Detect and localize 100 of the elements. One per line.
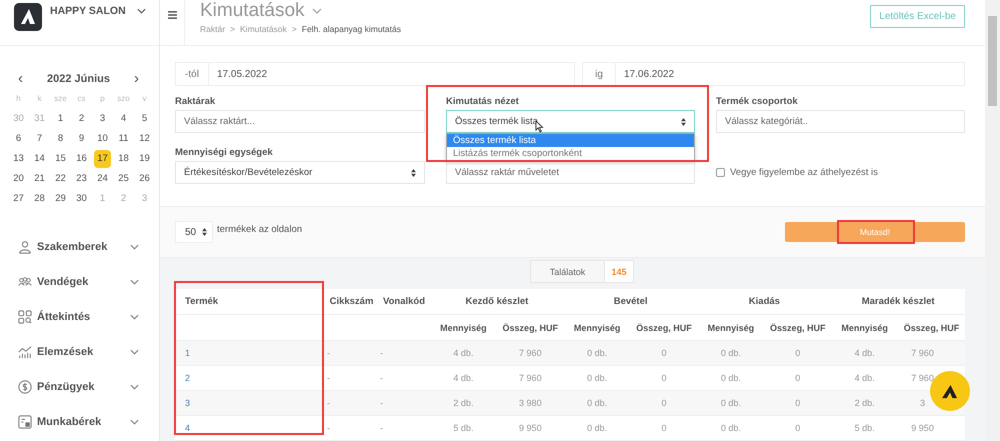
table-cell: 7 960 — [496, 340, 564, 366]
menu-icon[interactable] — [168, 11, 176, 19]
table-cell: 0 db. — [698, 416, 764, 440]
chevron-down-icon[interactable] — [130, 279, 139, 285]
table-cell: - — [378, 340, 430, 366]
page-size-select[interactable]: 50 — [175, 221, 213, 243]
chevron-down-icon[interactable] — [312, 8, 322, 14]
table-cell: - — [378, 416, 430, 440]
column-header: Bevétel — [564, 289, 698, 314]
calendar-day[interactable]: 18 — [115, 150, 132, 168]
table-cell: 0 db. — [698, 340, 764, 366]
table-cell: 0 db. — [564, 390, 631, 416]
table-cell: 0 — [764, 340, 832, 366]
nav-item[interactable]: Pénzügyek — [37, 380, 94, 392]
column-header: Kezdő készlet — [430, 289, 564, 314]
date-to-field[interactable]: ig 17.06.2022 — [582, 62, 965, 86]
results-count: 145 — [605, 261, 633, 282]
calendar-day[interactable]: 3 — [94, 110, 111, 128]
dropdown-option[interactable]: Összes termék lista — [447, 134, 694, 147]
calendar-day[interactable]: 28 — [31, 190, 48, 208]
previous-month-button[interactable]: ‹ — [18, 71, 23, 87]
calendar-day[interactable]: 13 — [10, 150, 27, 168]
calendar-day[interactable]: 16 — [73, 150, 90, 168]
table-cell: - — [378, 390, 430, 416]
calendar-day[interactable]: 22 — [52, 170, 69, 188]
nav-item[interactable]: Áttekintés — [37, 310, 90, 322]
checkbox-label: Vegye figyelembe az áthelyezést is — [730, 167, 878, 178]
calendar-day[interactable]: 10 — [94, 130, 111, 148]
calendar-day[interactable]: 23 — [73, 170, 90, 188]
nav-item[interactable]: Szakemberek — [37, 240, 108, 252]
table-cell: 0 db. — [564, 416, 631, 440]
column-header: Vonalkód — [378, 289, 430, 314]
calendar-day[interactable]: 8 — [52, 130, 69, 148]
column-header: Termék — [175, 289, 325, 314]
input-field[interactable]: Válassz kategóriát.. — [716, 110, 965, 133]
breadcrumb-item: Felh. alapanyag kimutatás — [302, 24, 401, 34]
checkbox[interactable] — [716, 168, 725, 177]
chevron-down-icon[interactable] — [130, 419, 139, 425]
page-title: Kimutatások — [200, 0, 305, 21]
next-month-button[interactable]: › — [134, 71, 139, 87]
chevron-down-icon[interactable] — [130, 384, 139, 390]
field-label: Raktárak — [175, 96, 216, 109]
calendar-day[interactable]: 11 — [115, 130, 132, 148]
product-link[interactable]: 3 — [175, 390, 325, 416]
calendar-day[interactable]: 20 — [10, 170, 27, 188]
calendar-day[interactable]: 5 — [136, 110, 153, 128]
sort-arrows-icon — [202, 228, 207, 236]
person-icon — [18, 240, 32, 254]
calendar-day[interactable]: 30 — [73, 190, 90, 208]
table-cell: - — [325, 340, 378, 366]
sort-arrows-icon — [411, 168, 416, 176]
calendar-day[interactable]: 12 — [136, 130, 153, 148]
date-from-field[interactable]: -tól 17.05.2022 — [175, 62, 575, 86]
table-cell: 0 — [764, 416, 832, 440]
input-field[interactable]: Válassz raktár műveletet — [446, 161, 695, 184]
weekday-label: v — [142, 93, 148, 105]
column-header: Cikkszám — [325, 289, 378, 314]
chevron-down-icon[interactable] — [137, 8, 146, 14]
sort-arrows-icon — [681, 118, 686, 126]
calendar-day[interactable]: 7 — [31, 130, 48, 148]
table-cell: 2 db. — [430, 390, 497, 416]
product-link[interactable]: 4 — [175, 416, 325, 440]
calendar-day[interactable]: 25 — [115, 170, 132, 188]
table-cell: 5 db. — [831, 416, 898, 440]
calendar-day[interactable]: 9 — [73, 130, 90, 148]
select-field[interactable]: Értékesítéskor/Bevételezéskor — [175, 161, 425, 184]
calendar-day[interactable]: 19 — [136, 150, 153, 168]
calendar-day[interactable]: 29 — [52, 190, 69, 208]
calendar-day[interactable]: 21 — [31, 170, 48, 188]
input-field[interactable]: Válassz raktárt... — [175, 110, 425, 133]
nav-item[interactable]: Munkabérek — [37, 416, 102, 428]
calendar-day[interactable]: 15 — [52, 150, 69, 168]
field-label: Mennyiségi egységek — [175, 147, 274, 160]
calendar-day[interactable]: 24 — [94, 170, 111, 188]
chevron-down-icon[interactable] — [130, 314, 139, 320]
calendar-day[interactable]: 26 — [136, 170, 153, 188]
weekday-label: sze — [53, 93, 68, 105]
calendar-day[interactable]: 2 — [73, 110, 90, 128]
table-cell: 0 — [630, 390, 698, 416]
calendar-day[interactable]: 6 — [10, 130, 27, 148]
calendar-day[interactable]: 1 — [52, 110, 69, 128]
dropdown-option[interactable]: Listázás termék csoportonként — [447, 147, 694, 160]
logo-icon — [940, 384, 960, 398]
field-label: Kimutatás nézet — [446, 96, 520, 109]
calculator-icon — [18, 414, 32, 428]
product-link[interactable]: 1 — [175, 340, 325, 366]
scrollbar[interactable] — [985, 0, 1000, 441]
chevron-down-icon[interactable] — [130, 244, 139, 250]
calendar-day[interactable]: 4 — [115, 110, 132, 128]
nav-item[interactable]: Elemzések — [37, 346, 94, 358]
calendar-day[interactable]: 17 — [94, 150, 111, 168]
chevron-down-icon[interactable] — [130, 349, 139, 355]
people-icon — [18, 274, 32, 288]
brand-name: HAPPY SALON — [50, 5, 126, 17]
table-cell: - — [325, 416, 378, 440]
nav-item[interactable]: Vendégek — [37, 276, 88, 288]
calendar-day[interactable]: 14 — [31, 150, 48, 168]
column-header: Maradék készlet — [831, 289, 965, 314]
calendar-day[interactable]: 27 — [10, 190, 27, 208]
table-cell: 0 — [630, 340, 698, 366]
